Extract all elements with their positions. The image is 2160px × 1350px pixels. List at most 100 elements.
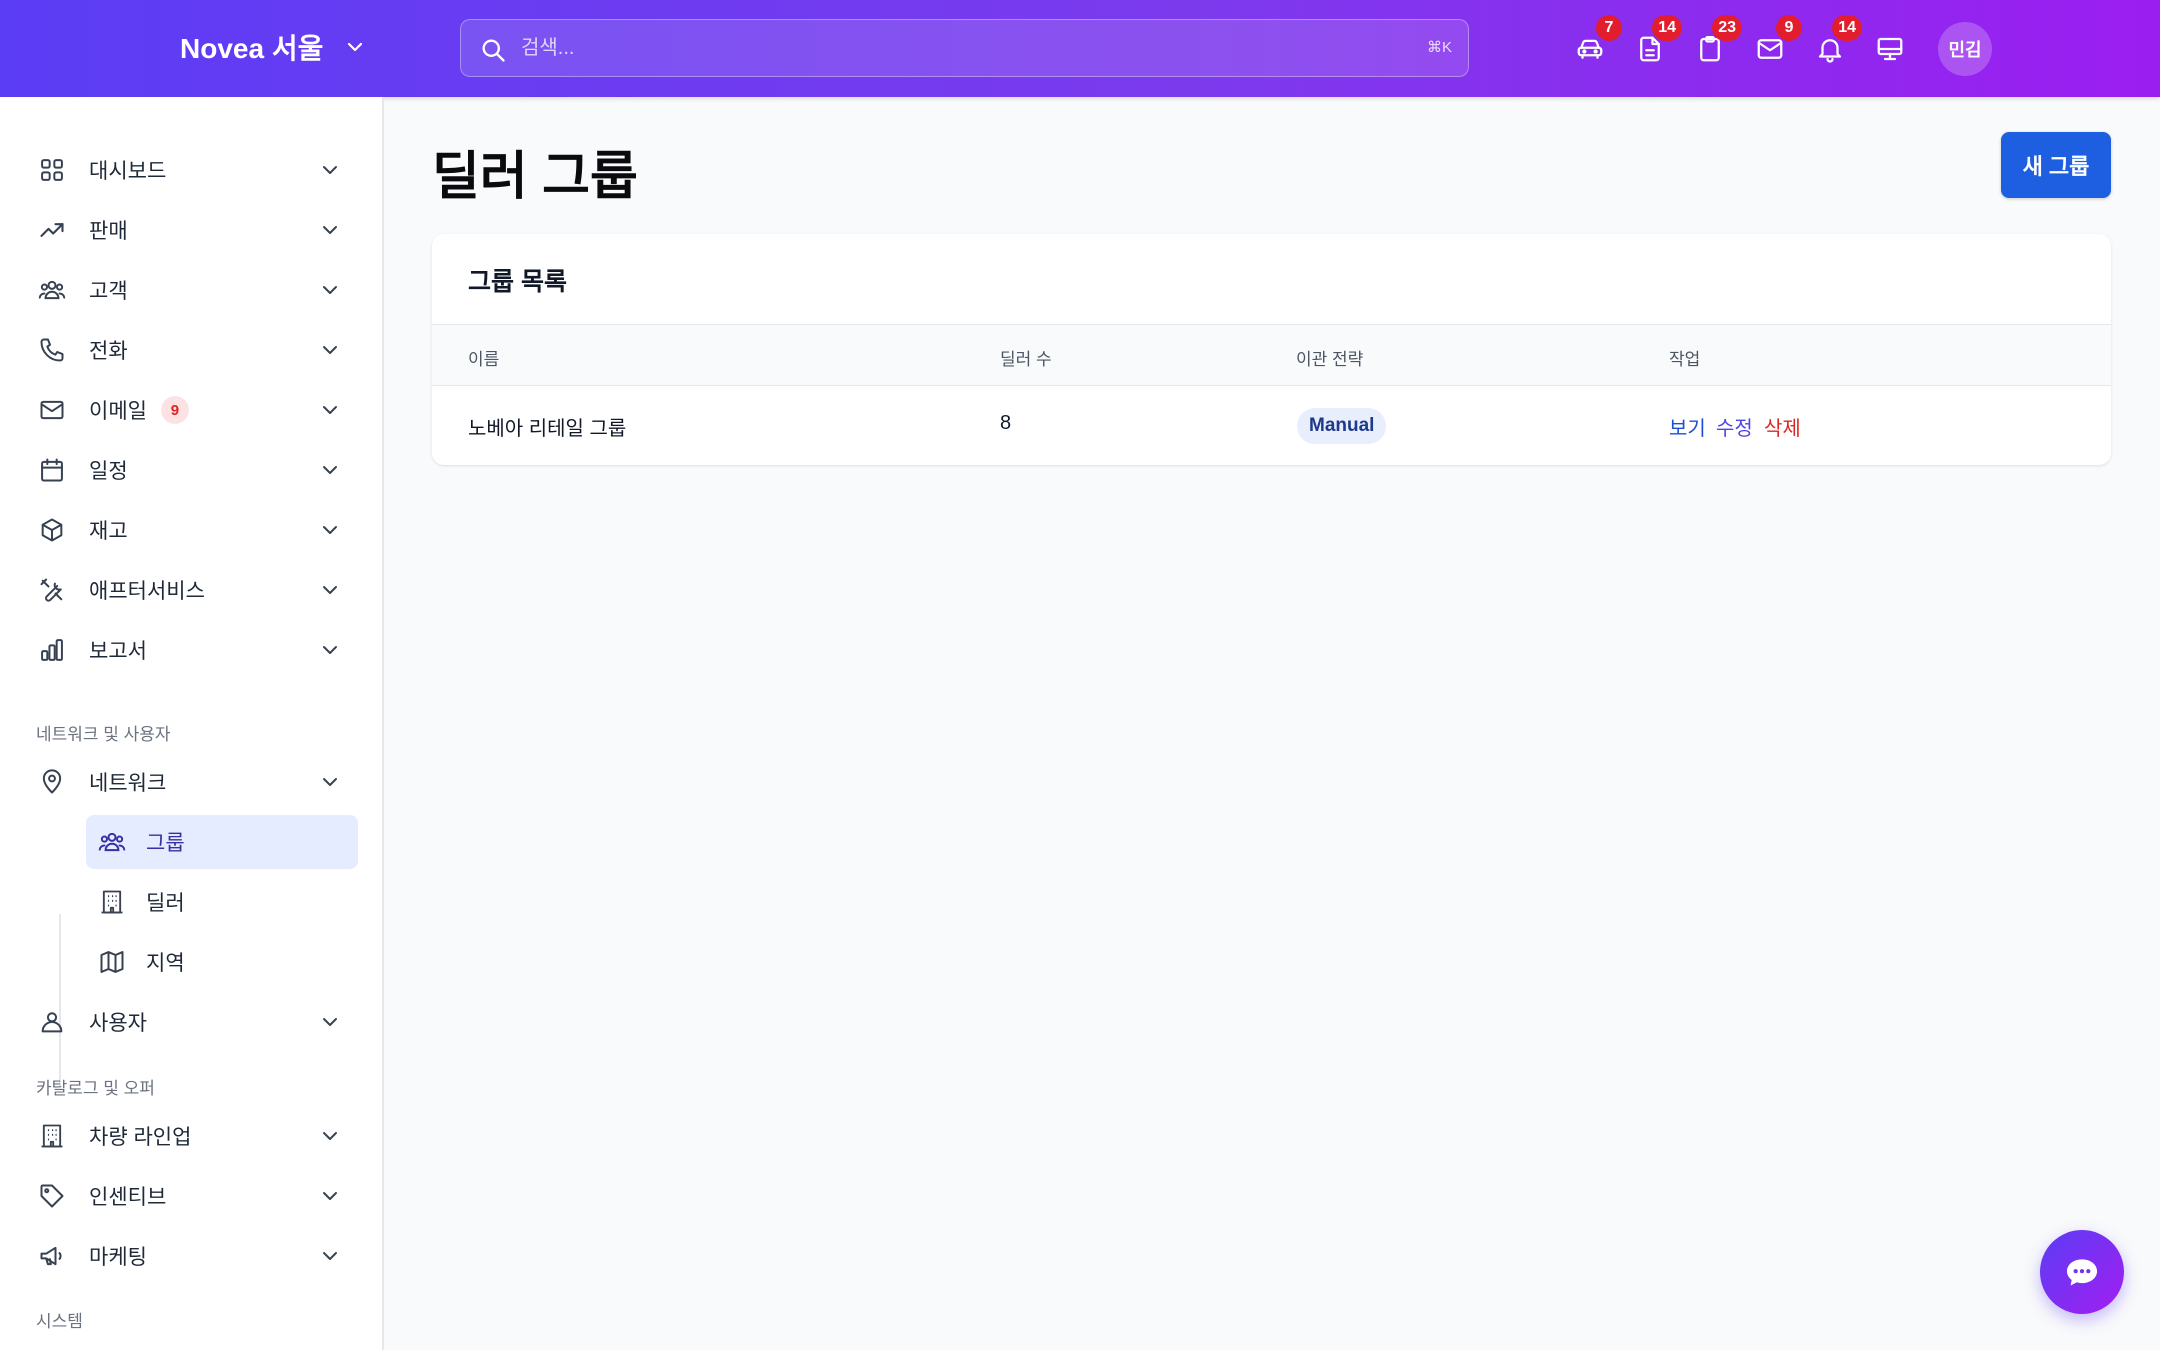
chevron-down-icon <box>348 42 363 52</box>
unread-badge: 9 <box>160 396 189 424</box>
notification-badge: 23 <box>1712 15 1742 41</box>
sidebar-item-label: 사용자 <box>89 1012 147 1035</box>
chevron-down-icon <box>323 226 337 234</box>
display-button[interactable] <box>1870 29 1910 69</box>
strategy-badge: Manual <box>1297 408 1387 444</box>
group-name: 노베아 리테일 그룹 <box>468 418 627 440</box>
section-label-catalog: 카탈로그 및 오퍼 <box>36 1079 155 1098</box>
notifications-button[interactable]: 14 <box>1810 15 1862 69</box>
sidebar-item-calls[interactable]: 전화 <box>36 325 352 375</box>
sidebar-item-network[interactable]: 네트워크 <box>36 757 352 807</box>
megaphone-icon <box>36 1240 68 1272</box>
column-header-name: 이름 <box>468 350 500 369</box>
column-header-strategy: 이관 전략 <box>1296 350 1364 369</box>
sidebar-subitem-label: 그룹 <box>146 832 185 855</box>
sidebar-item-sales[interactable]: 판매 <box>36 205 352 255</box>
messages-button[interactable]: 9 <box>1750 15 1802 69</box>
inventory-button[interactable]: 7 <box>1570 15 1622 69</box>
notification-badge: 7 <box>1596 15 1622 41</box>
delete-link[interactable]: 삭제 <box>1764 412 1801 441</box>
tasks-button[interactable]: 23 <box>1690 15 1742 69</box>
search-input[interactable] <box>521 20 1381 76</box>
sidebar-item-label: 애프터서비스 <box>89 580 205 603</box>
sidebar-item-label: 판매 <box>89 220 128 243</box>
table-header: 이름 딜러 수 이관 전략 작업 <box>432 324 2111 386</box>
sidebar-item-label: 인센티브 <box>89 1186 167 1209</box>
sidebar-subitem-regions[interactable]: 지역 <box>86 935 358 989</box>
sidebar-subitem-label: 지역 <box>146 952 185 975</box>
user-avatar[interactable]: 민김 <box>1938 22 1992 76</box>
chevron-down-icon <box>323 1018 337 1026</box>
new-group-button[interactable]: 새 그룹 <box>2001 132 2111 198</box>
sidebar-item-label: 일정 <box>89 460 128 483</box>
sidebar-item-label: 대시보드 <box>89 160 167 183</box>
sidebar-item-label: 보고서 <box>89 640 147 663</box>
chevron-down-icon <box>323 646 337 654</box>
group-list-card: 그룹 목록 이름 딜러 수 이관 전략 작업 노베아 리테일 그룹 8 Manu… <box>432 234 2111 465</box>
building-icon <box>36 1120 68 1152</box>
tools-icon <box>36 574 68 606</box>
sidebar-item-label: 재고 <box>89 520 128 543</box>
sidebar-item-label: 전화 <box>89 340 128 363</box>
sidebar-item-schedule[interactable]: 일정 <box>36 445 352 495</box>
search-icon <box>482 39 505 62</box>
chevron-down-icon <box>323 466 337 474</box>
sidebar-item-customers[interactable]: 고객 <box>36 265 352 315</box>
edit-link[interactable]: 수정 <box>1716 412 1753 441</box>
bar-chart-icon <box>36 634 68 666</box>
sidebar-item-label: 이메일 <box>89 400 147 423</box>
chevron-down-icon <box>323 778 337 786</box>
dashboard-grid-icon <box>36 154 68 186</box>
dealer-count: 8 <box>1000 412 1012 434</box>
map-pin-icon <box>36 766 68 798</box>
column-header-dealer-count: 딜러 수 <box>1000 350 1052 369</box>
sidebar-subitem-dealers[interactable]: 딜러 <box>86 875 358 929</box>
sidebar-item-email[interactable]: 이메일 9 <box>36 385 352 435</box>
sidebar-item-inventory[interactable]: 재고 <box>36 505 352 555</box>
section-label-system: 시스템 <box>36 1312 83 1331</box>
chevron-down-icon <box>323 1252 337 1260</box>
chevron-down-icon <box>323 286 337 294</box>
user-icon <box>36 1006 68 1038</box>
sidebar-item-label: 차량 라인업 <box>89 1126 192 1149</box>
sidebar-item-vehicle-lineup[interactable]: 차량 라인업 <box>36 1111 352 1161</box>
chevron-down-icon <box>323 346 337 354</box>
phone-icon <box>36 334 68 366</box>
users-icon <box>36 274 68 306</box>
building-icon <box>96 886 128 918</box>
chevron-down-icon <box>323 1192 337 1200</box>
view-link[interactable]: 보기 <box>1669 412 1706 441</box>
column-header-actions: 작업 <box>1669 350 1701 369</box>
search-shortcut: ⌘K <box>1426 39 1452 56</box>
page-title: 딜러 그룹 <box>432 148 638 206</box>
envelope-icon <box>36 394 68 426</box>
trending-up-icon <box>36 214 68 246</box>
chevron-down-icon <box>323 166 337 174</box>
sidebar: 대시보드 판매 고객 전화 이메일 9 일정 재고 애프터서비스 보고서 네트워… <box>0 97 384 1350</box>
chevron-down-icon <box>323 406 337 414</box>
documents-button[interactable]: 14 <box>1630 15 1682 69</box>
chat-button[interactable] <box>2040 1230 2124 1314</box>
box-icon <box>36 514 68 546</box>
org-switcher[interactable]: Novea 서울 <box>180 27 367 67</box>
sidebar-item-dashboard[interactable]: 대시보드 <box>36 145 352 195</box>
notification-badge: 14 <box>1832 15 1862 41</box>
sidebar-item-incentives[interactable]: 인센티브 <box>36 1171 352 1221</box>
sidebar-item-reports[interactable]: 보고서 <box>36 625 352 675</box>
users-group-icon <box>96 826 128 858</box>
sidebar-subitem-groups[interactable]: 그룹 <box>86 815 358 869</box>
monitor-icon <box>1877 37 1903 61</box>
search-box[interactable]: ⌘K <box>460 19 1469 77</box>
sidebar-item-marketing[interactable]: 마케팅 <box>36 1231 352 1281</box>
sidebar-item-label: 고객 <box>89 280 128 303</box>
section-label-network: 네트워크 및 사용자 <box>36 725 171 744</box>
sidebar-subitem-label: 딜러 <box>146 892 185 915</box>
sidebar-item-users[interactable]: 사용자 <box>36 997 352 1047</box>
tag-icon <box>36 1180 68 1212</box>
sidebar-item-after-service[interactable]: 애프터서비스 <box>36 565 352 615</box>
chevron-down-icon <box>323 1132 337 1140</box>
brand-name: Novea 서울 <box>180 33 324 64</box>
card-title: 그룹 목록 <box>468 268 567 296</box>
map-icon <box>96 946 128 978</box>
calendar-icon <box>36 454 68 486</box>
